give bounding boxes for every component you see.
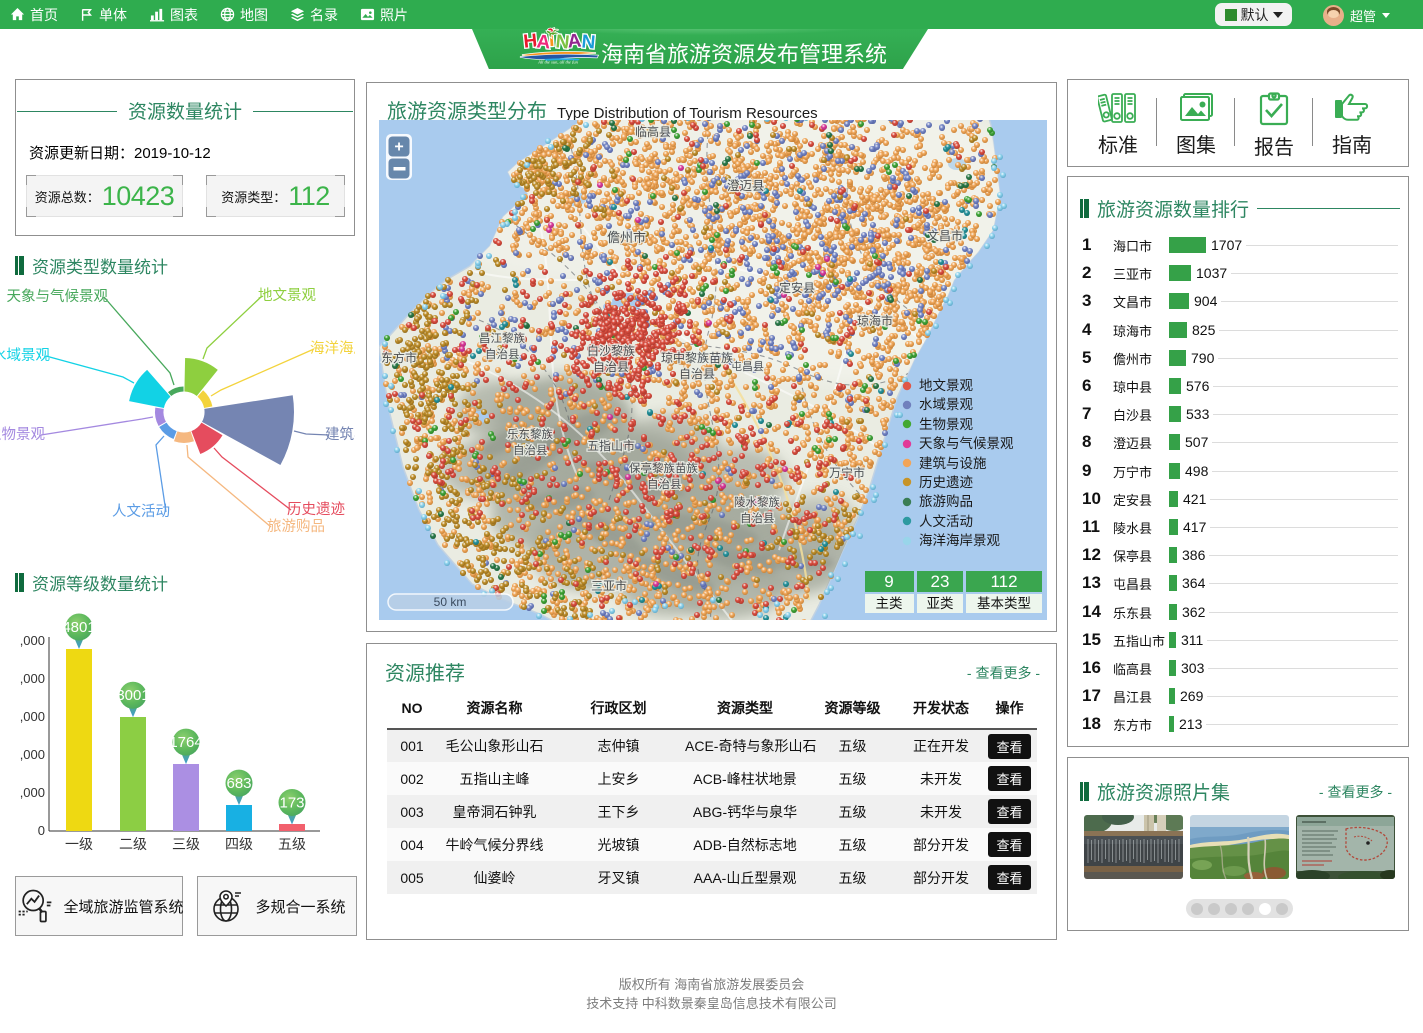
- svg-text:水域景观: 水域景观: [0, 347, 50, 364]
- svg-text:一级: 一级: [65, 836, 93, 852]
- svg-text:,000: ,000: [20, 747, 45, 762]
- svg-text:173: 173: [279, 794, 304, 811]
- svg-text:海洋海岸景观: 海洋海岸景观: [310, 340, 355, 357]
- svg-text:五级: 五级: [278, 836, 306, 852]
- svg-text:地文景观: 地文景观: [258, 287, 316, 304]
- svg-text:,000: ,000: [20, 671, 45, 686]
- svg-text:二级: 二级: [119, 836, 147, 852]
- svg-text:四级: 四级: [225, 836, 253, 852]
- svg-text:3001: 3001: [116, 687, 149, 704]
- svg-text:0: 0: [38, 823, 45, 838]
- svg-text:三级: 三级: [172, 836, 200, 852]
- svg-text:人文活动: 人文活动: [112, 503, 170, 520]
- svg-text:旅游购品: 旅游购品: [267, 518, 325, 535]
- svg-text:历史遗迹: 历史遗迹: [287, 501, 345, 518]
- svg-text:683: 683: [226, 775, 251, 792]
- svg-text:,000: ,000: [20, 785, 45, 800]
- svg-text:4801: 4801: [62, 619, 95, 636]
- svg-text:天象与气候景观: 天象与气候景观: [7, 288, 109, 305]
- svg-text:建筑与设施: 建筑与设施: [325, 426, 355, 443]
- svg-text:,000: ,000: [20, 633, 45, 648]
- svg-text:N: N: [581, 31, 597, 53]
- svg-text:1764: 1764: [169, 734, 202, 751]
- svg-text:,000: ,000: [20, 709, 45, 724]
- svg-text:生物景观: 生物景观: [0, 426, 45, 443]
- svg-text:All the sun, all the fun: All the sun, all the fun: [537, 60, 578, 65]
